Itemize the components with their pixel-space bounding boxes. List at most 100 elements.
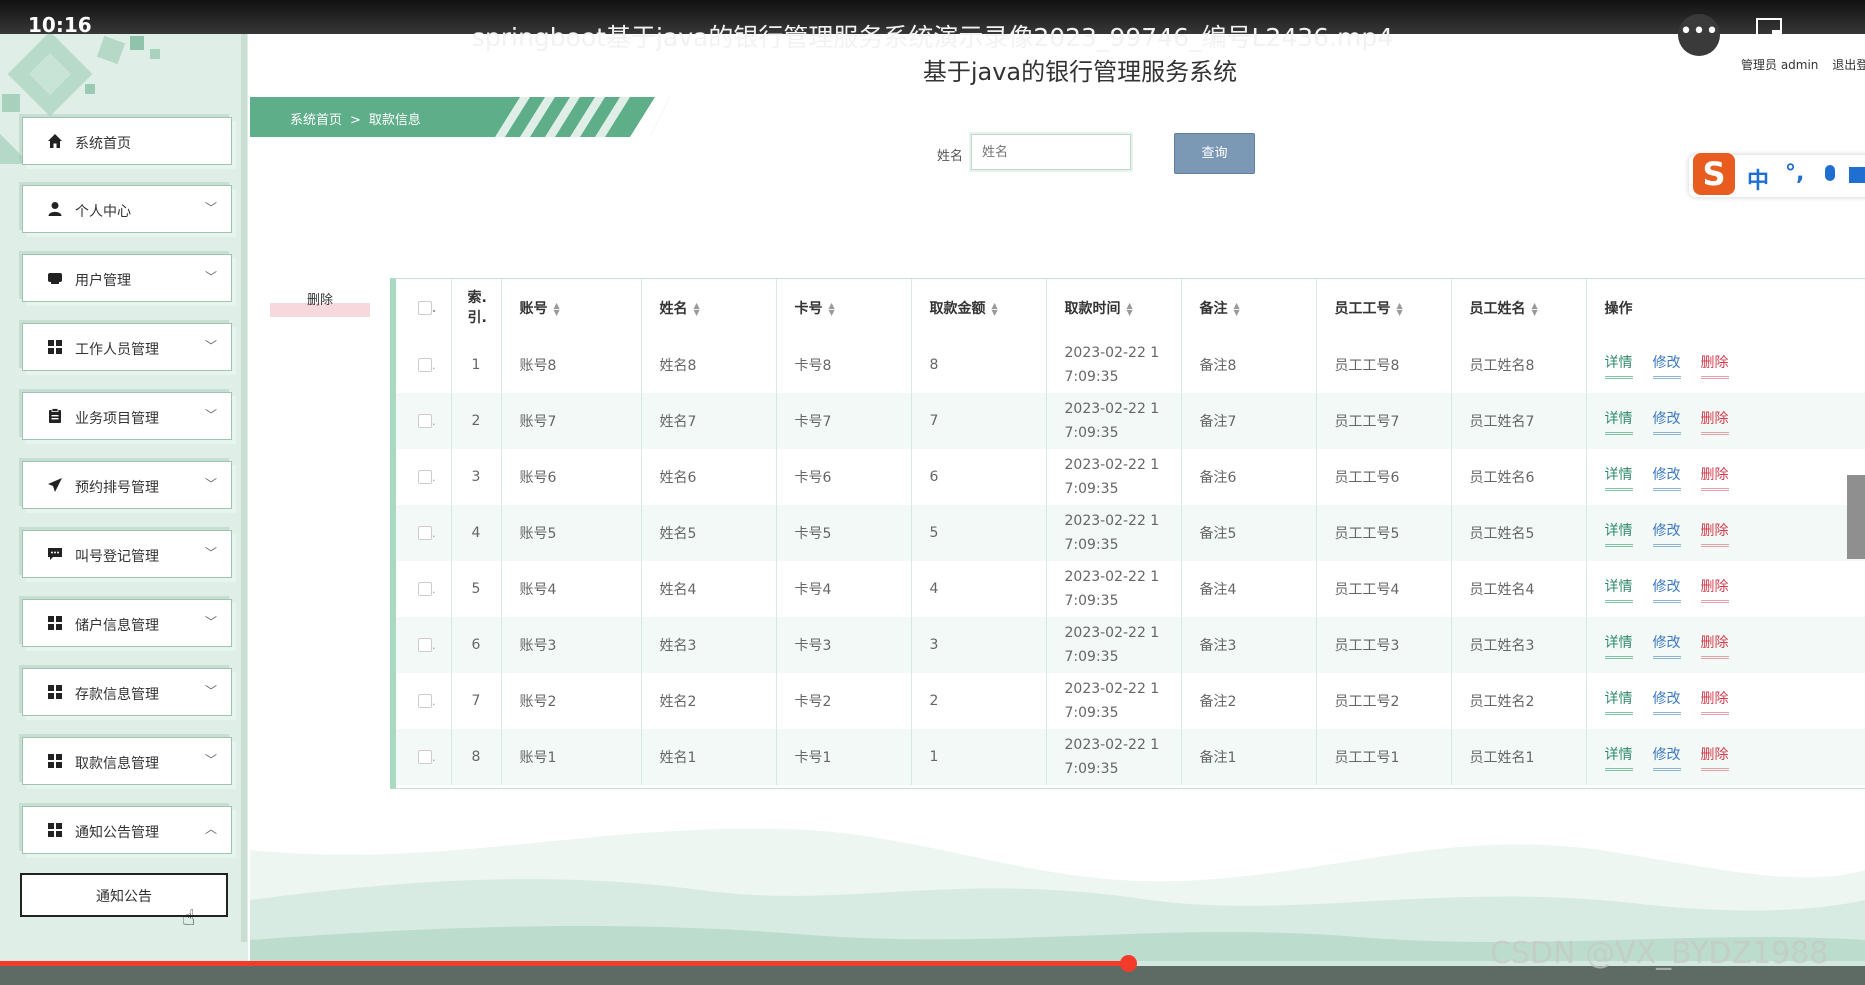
cell-actions: 详情 修改 删除 [1586, 561, 1865, 617]
delete-link[interactable]: 删除 [1700, 632, 1729, 659]
detail-link[interactable]: 详情 [1604, 632, 1633, 659]
microphone-icon[interactable] [1825, 165, 1835, 181]
sort-icon[interactable]: ▲ ▼ [1234, 302, 1240, 317]
row-checkbox[interactable] [418, 638, 432, 652]
detail-link[interactable]: 详情 [1604, 408, 1633, 435]
delete-link[interactable]: 删除 [1700, 744, 1729, 771]
column-header-name[interactable]: 姓名 ▲ ▼ [641, 279, 777, 337]
sidebar-item-business-project-management[interactable]: 业务项目管理 ﹀ [22, 392, 232, 440]
select-all-checkbox[interactable] [418, 301, 432, 315]
sidebar-item-appointment-management[interactable]: 预约排号管理 ﹀ [22, 461, 232, 509]
sort-icon[interactable]: ▲ ▼ [694, 302, 700, 317]
batch-delete-button[interactable]: 删除 [270, 283, 370, 317]
cell-actions: 详情 修改 删除 [1586, 337, 1865, 393]
cell-time-line1: 2023-02-22 1 [1064, 345, 1160, 361]
delete-link[interactable]: 删除 [1700, 352, 1729, 379]
row-checkbox[interactable] [418, 694, 432, 708]
sort-icon[interactable]: ▲ ▼ [1532, 302, 1538, 317]
sort-icon[interactable]: ▲ ▼ [1127, 302, 1133, 317]
row-select-cell: . [396, 673, 452, 729]
more-options-icon[interactable]: ••• [1678, 14, 1720, 56]
edit-link[interactable]: 修改 [1652, 744, 1681, 771]
sidebar-item-staff-management[interactable]: 工作人员管理 ﹀ [22, 323, 232, 371]
sidebar-scrollbar[interactable] [241, 34, 247, 942]
cell-note: 备注7 [1181, 393, 1317, 449]
detail-link[interactable]: 详情 [1604, 688, 1633, 715]
column-header-account[interactable]: 账号 ▲ ▼ [501, 279, 642, 337]
cell-time-line2: 7:09:35 [1064, 761, 1119, 777]
column-header-employee-no[interactable]: 员工工号 ▲ ▼ [1316, 279, 1452, 337]
picture-in-picture-icon[interactable] [1756, 18, 1782, 38]
column-header-card[interactable]: 卡号 ▲ ▼ [776, 279, 912, 337]
video-progress-fill [0, 961, 1129, 966]
cell-account: 账号7 [501, 393, 642, 449]
cell-time: 2023-02-22 1 7:09:35 [1046, 337, 1182, 393]
sort-icon[interactable]: ▲ ▼ [554, 302, 560, 317]
column-header-note[interactable]: 备注 ▲ ▼ [1181, 279, 1317, 337]
edit-link[interactable]: 修改 [1652, 576, 1681, 603]
sidebar-item-notice-management[interactable]: 通知公告管理 ︿ [22, 806, 232, 854]
column-header-employee-name[interactable]: 员工姓名 ▲ ▼ [1451, 279, 1587, 337]
sidebar-item-withdrawal-info-management[interactable]: 取款信息管理 ﹀ [22, 737, 232, 785]
edit-link[interactable]: 修改 [1652, 464, 1681, 491]
cell-name: 姓名2 [641, 673, 777, 729]
row-checkbox[interactable] [418, 526, 432, 540]
edit-link[interactable]: 修改 [1652, 632, 1681, 659]
ime-menu-icon[interactable] [1849, 167, 1865, 183]
edit-link[interactable]: 修改 [1652, 352, 1681, 379]
delete-link[interactable]: 删除 [1700, 408, 1729, 435]
cell-account: 账号1 [501, 729, 642, 785]
minimize-icon[interactable] [1814, 34, 1830, 36]
detail-link[interactable]: 详情 [1604, 576, 1633, 603]
name-search-input[interactable] [969, 132, 1133, 172]
column-header-amount[interactable]: 取款金额 ▲ ▼ [911, 279, 1047, 337]
delete-link[interactable]: 删除 [1700, 464, 1729, 491]
sidebar-item-call-registration-management[interactable]: 叫号登记管理 ﹀ [22, 530, 232, 578]
row-checkbox[interactable] [418, 358, 432, 372]
delete-link[interactable]: 删除 [1700, 520, 1729, 547]
row-checkbox[interactable] [418, 414, 432, 428]
breadcrumb-home[interactable]: 系统首页 [290, 113, 342, 128]
edit-link[interactable]: 修改 [1652, 520, 1681, 547]
edit-link[interactable]: 修改 [1652, 408, 1681, 435]
cell-employee-name: 员工姓名8 [1451, 337, 1587, 393]
sogou-logo-icon[interactable]: S [1693, 153, 1735, 195]
row-index: 6 [451, 617, 502, 673]
edit-link[interactable]: 修改 [1652, 688, 1681, 715]
search-button[interactable]: 查询 [1174, 133, 1255, 174]
chevron-down-icon: ﹀ [204, 477, 217, 491]
sidebar-item-user-management[interactable]: 用户管理 ﹀ [22, 254, 232, 302]
ime-punctuation-toggle[interactable]: °, [1785, 161, 1804, 186]
cell-card: 卡号7 [776, 393, 912, 449]
column-header-time[interactable]: 取款时间 ▲ ▼ [1046, 279, 1182, 337]
page-scrollbar[interactable] [1847, 475, 1865, 559]
row-checkbox[interactable] [418, 750, 432, 764]
delete-link[interactable]: 删除 [1700, 688, 1729, 715]
delete-link[interactable]: 删除 [1700, 576, 1729, 603]
sidebar-subitem-notice[interactable]: 通知公告 [20, 873, 228, 917]
row-checkbox[interactable] [418, 470, 432, 484]
cell-time: 2023-02-22 1 7:09:35 [1046, 617, 1182, 673]
table-row: . 5 账号4 姓名4 卡号4 4 2023-02-22 1 7:09:35 备注4 员工工号4 员… [396, 561, 1865, 617]
ime-mode-toggle[interactable]: 中 [1747, 163, 1769, 195]
cell-name: 姓名1 [641, 729, 777, 785]
sidebar-item-depositor-info-management[interactable]: 储户信息管理 ﹀ [22, 599, 232, 647]
detail-link[interactable]: 详情 [1604, 520, 1633, 547]
sidebar-item-deposit-info-management[interactable]: 存款信息管理 ﹀ [22, 668, 232, 716]
chevron-down-icon: ﹀ [204, 270, 217, 284]
cell-note: 备注4 [1181, 561, 1317, 617]
detail-link[interactable]: 详情 [1604, 744, 1633, 771]
sort-icon[interactable]: ▲ ▼ [829, 302, 835, 317]
sort-icon[interactable]: ▲ ▼ [992, 302, 998, 317]
row-checkbox[interactable] [418, 582, 432, 596]
logout-link[interactable]: 退出登 [1832, 58, 1865, 72]
sort-icon[interactable]: ▲ ▼ [1397, 302, 1403, 317]
sidebar-item-label: 预约排号管理 [75, 480, 159, 496]
detail-link[interactable]: 详情 [1604, 352, 1633, 379]
cell-card: 卡号5 [776, 505, 912, 561]
table-header-row: . 索. 引. 账号 ▲ ▼ 姓名 ▲ ▼ 卡号 ▲ ▼ 取款金额 ▲ ▼ 取款时间 ▲ ▼ 备注 ▲… [396, 279, 1865, 337]
sidebar-item-personal-center[interactable]: 个人中心 ﹀ [22, 185, 232, 233]
detail-link[interactable]: 详情 [1604, 464, 1633, 491]
cell-name: 姓名8 [641, 337, 777, 393]
sidebar-item-home[interactable]: 系统首页 [22, 117, 232, 165]
